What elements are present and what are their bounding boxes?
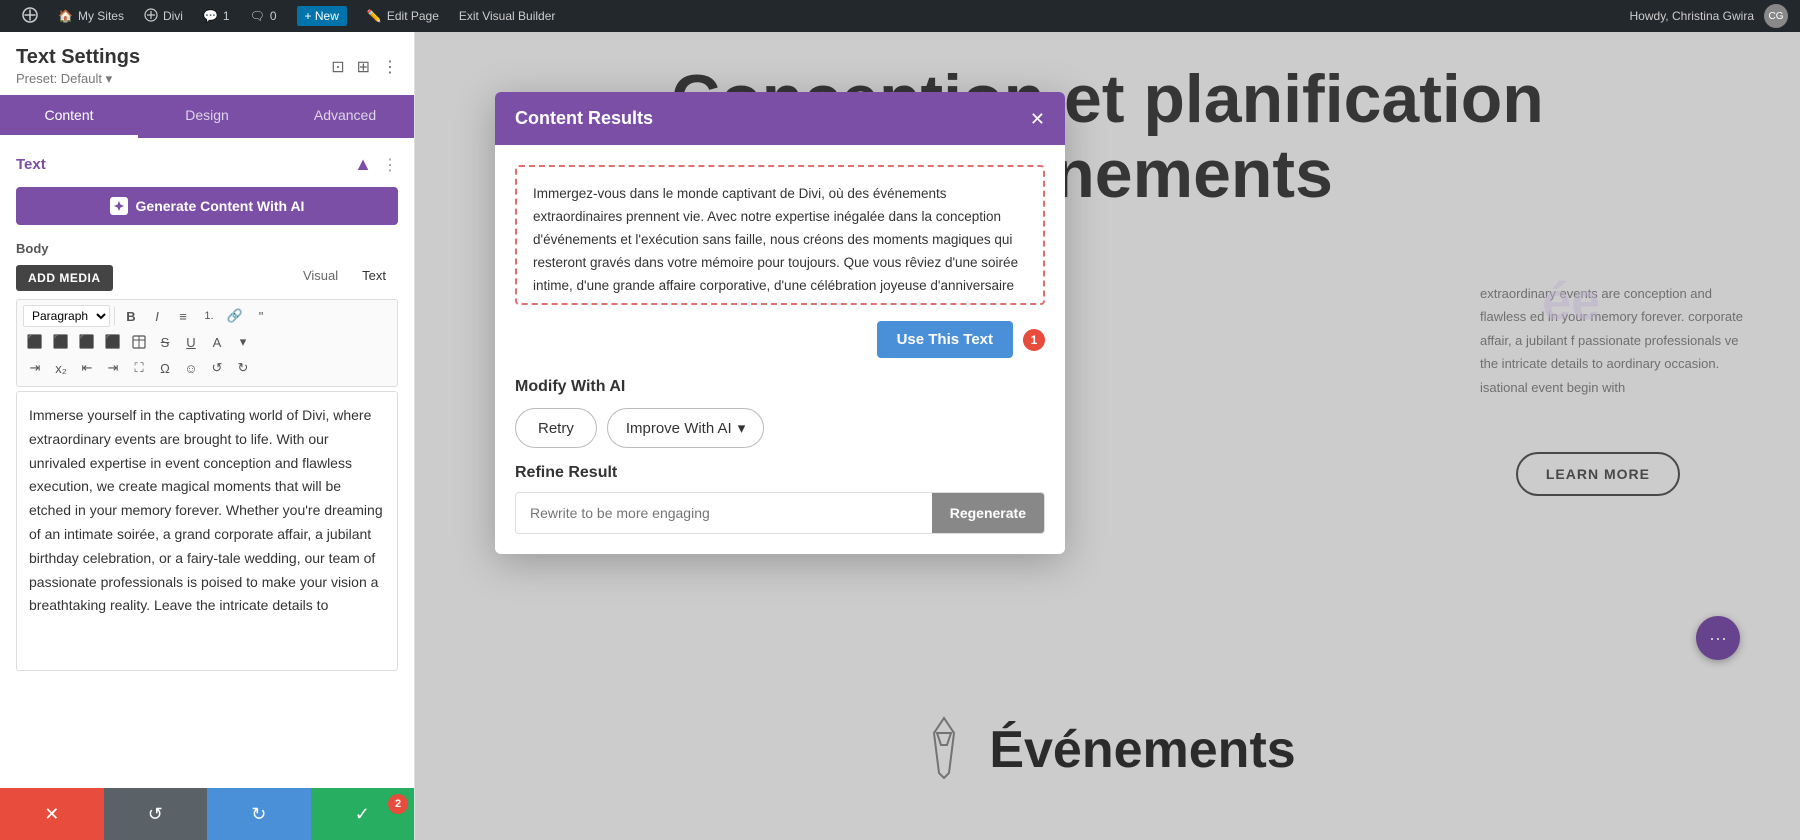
panel-preset: Preset: Default ▾ (16, 71, 140, 87)
paragraph-select[interactable]: Paragraph (23, 305, 110, 327)
refine-input[interactable] (516, 493, 932, 533)
use-this-text-button[interactable]: Use This Text (877, 321, 1013, 358)
unordered-list-button[interactable]: ≡ (171, 304, 195, 328)
special-char-button[interactable]: Ω (153, 356, 177, 380)
divi-item[interactable]: Divi (134, 0, 193, 32)
editor-toolbar: Paragraph B I ≡ 1. 🔗 " ⬛ ⬛ ⬛ ⬛ (16, 299, 398, 387)
body-label: Body (16, 241, 398, 256)
refine-input-row: Regenerate (515, 492, 1045, 534)
howdy-text: Howdy, Christina Gwira (1620, 9, 1764, 23)
text-section-header: Text ▲ ⋮ (16, 154, 398, 175)
panel-title: Text Settings (16, 46, 140, 69)
tab-visual[interactable]: Visual (291, 264, 350, 287)
home-icon: 🏠 (58, 9, 73, 23)
close-icon: ✕ (44, 804, 59, 825)
quote-button[interactable]: " (249, 304, 273, 328)
redo-toolbar-button[interactable]: ↻ (231, 356, 255, 380)
exit-builder-item[interactable]: Exit Visual Builder (449, 0, 566, 32)
chevron-down-toolbar[interactable]: ▾ (231, 330, 255, 354)
wp-icon (22, 7, 38, 26)
tab-content[interactable]: Content (0, 95, 138, 138)
panel-icon-grid[interactable]: ⊞ (357, 57, 370, 77)
italic-button[interactable]: I (145, 304, 169, 328)
left-panel: Text Settings Preset: Default ▾ ⊡ ⊞ ⋮ Co… (0, 32, 415, 840)
modify-buttons: Retry Improve With AI ▾ (515, 408, 1045, 448)
refine-label: Refine Result (515, 464, 1045, 482)
section-title: Text (16, 156, 46, 173)
panel-icon-more[interactable]: ⋮ (382, 57, 398, 77)
bold-button[interactable]: B (119, 304, 143, 328)
speech-bubble-icon: 💬 (203, 9, 218, 23)
wp-logo-item[interactable] (12, 0, 48, 32)
panel-content: Text ▲ ⋮ Generate Content With AI Body A… (0, 138, 414, 788)
undo-icon: ↺ (148, 804, 163, 825)
indent-right-button[interactable]: ⇤ (75, 356, 99, 380)
editor-tabs: Visual Text (291, 264, 398, 287)
my-sites-item[interactable]: 🏠 My Sites (48, 0, 134, 32)
undo-button[interactable]: ↺ (104, 788, 208, 840)
table-button[interactable] (127, 330, 151, 354)
indent-button[interactable]: ⇥ (23, 356, 47, 380)
modify-label: Modify With AI (515, 378, 1045, 396)
tab-text[interactable]: Text (350, 264, 398, 287)
improve-with-ai-button[interactable]: Improve With AI ▾ (607, 408, 764, 448)
modal-body: Immergez-vous dans le monde captivant de… (495, 145, 1065, 554)
modal-overlay: Content Results ✕ Immergez-vous dans le … (415, 32, 1800, 840)
modal-title: Content Results (515, 108, 653, 129)
modal-close-button[interactable]: ✕ (1030, 110, 1045, 128)
tab-design[interactable]: Design (138, 95, 276, 138)
add-media-button[interactable]: ADD MEDIA (16, 265, 113, 291)
chevron-down-icon: ▾ (738, 419, 746, 437)
ordered-list-button[interactable]: 1. (197, 304, 221, 328)
redo-icon: ↻ (251, 804, 266, 825)
canvas-area: Conception et planification d'événements… (415, 32, 1800, 840)
close-button[interactable]: ✕ (0, 788, 104, 840)
align-center-button[interactable]: ⬛ (49, 330, 73, 354)
editor-content[interactable]: Immerse yourself in the captivating worl… (16, 391, 398, 671)
edit-icon: ✏️ (367, 9, 382, 23)
panel-header: Text Settings Preset: Default ▾ ⊡ ⊞ ⋮ (0, 32, 414, 95)
ai-icon (110, 197, 128, 215)
edit-page-item[interactable]: ✏️ Edit Page (357, 0, 449, 32)
link-button[interactable]: 🔗 (223, 304, 247, 328)
divi-icon (144, 8, 158, 25)
comments-count-item[interactable]: 🗨 0 (240, 0, 287, 32)
tab-advanced[interactable]: Advanced (276, 95, 414, 138)
section-toggle[interactable]: ▲ (354, 154, 372, 175)
content-results-modal: Content Results ✕ Immergez-vous dans le … (495, 92, 1065, 554)
align-left-button[interactable]: ⬛ (23, 330, 47, 354)
use-text-badge: 1 (1023, 329, 1045, 351)
undo-toolbar-button[interactable]: ↺ (205, 356, 229, 380)
modify-with-ai-section: Modify With AI Retry Improve With AI ▾ (515, 378, 1045, 448)
comment-icon: 🗨 (250, 9, 265, 23)
retry-button[interactable]: Retry (515, 408, 597, 448)
bottom-bar: ✕ ↺ ↻ ✓ 2 (0, 788, 414, 840)
indent-left-button[interactable]: ⇥ (101, 356, 125, 380)
panel-icon-square[interactable]: ⊡ (331, 57, 344, 77)
regenerate-button[interactable]: Regenerate (932, 493, 1044, 533)
fullscreen-button[interactable]: ⛶ (127, 356, 151, 380)
underline-button[interactable]: U (179, 330, 203, 354)
use-text-area: Use This Text 1 (515, 321, 1045, 358)
generate-ai-button[interactable]: Generate Content With AI (16, 187, 398, 225)
text-color-button[interactable]: A (205, 330, 229, 354)
panel-tabs: Content Design Advanced (0, 95, 414, 138)
modal-header: Content Results ✕ (495, 92, 1065, 145)
generated-text-box[interactable]: Immergez-vous dans le monde captivant de… (515, 165, 1045, 305)
admin-bar: 🏠 My Sites Divi 💬 1 🗨 0 + New ✏️ Edit Pa… (0, 0, 1800, 32)
refine-result-section: Refine Result Regenerate (515, 464, 1045, 534)
new-item[interactable]: + New (287, 0, 357, 32)
align-justify-button[interactable]: ⬛ (101, 330, 125, 354)
save-icon: ✓ (355, 804, 370, 825)
save-button[interactable]: ✓ 2 (311, 788, 415, 840)
align-right-button[interactable]: ⬛ (75, 330, 99, 354)
subscript-button[interactable]: x₂ (49, 356, 73, 380)
comments-item[interactable]: 💬 1 (193, 0, 240, 32)
save-badge: 2 (388, 794, 408, 814)
emoji-button[interactable]: ☺ (179, 356, 203, 380)
section-more[interactable]: ⋮ (382, 155, 398, 175)
avatar: CG (1764, 4, 1788, 28)
strikethrough-button[interactable]: S (153, 330, 177, 354)
redo-button[interactable]: ↻ (207, 788, 311, 840)
